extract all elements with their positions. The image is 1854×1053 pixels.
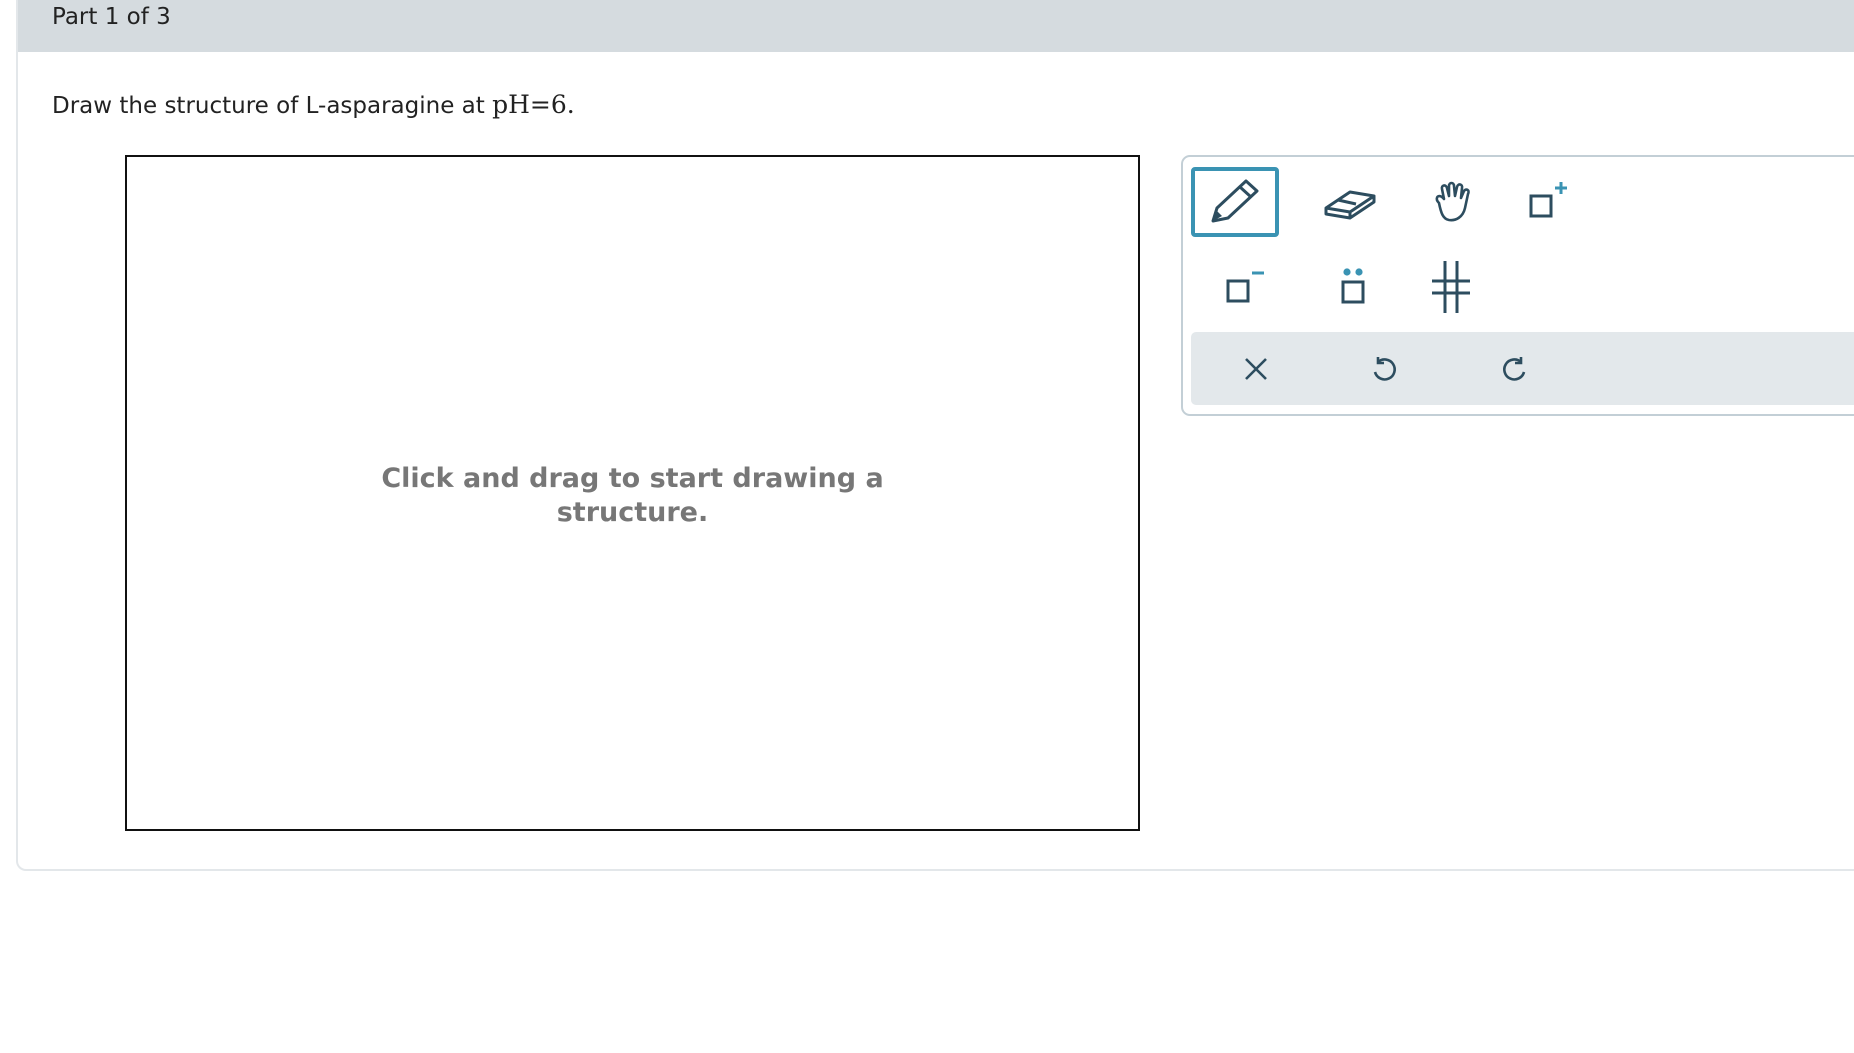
- canvas-hint-line1: Click and drag to start drawing a: [381, 463, 884, 494]
- positive-charge-tool-button[interactable]: [1504, 167, 1592, 237]
- drawing-canvas[interactable]: Click and drag to start drawing a struct…: [125, 155, 1140, 831]
- part-label: Part 1 of 3: [52, 4, 171, 30]
- pencil-tool-button[interactable]: [1191, 167, 1279, 237]
- negative-charge-tool-button[interactable]: [1201, 252, 1289, 322]
- lone-pair-tool-button[interactable]: [1309, 252, 1397, 322]
- clear-icon: [1242, 355, 1270, 383]
- drawing-toolbox: [1181, 155, 1854, 416]
- canvas-hint: Click and drag to start drawing a struct…: [127, 462, 1138, 530]
- question-panel: Part 1 of 3 Draw the structure of L-aspa…: [16, 0, 1854, 871]
- eraser-tool-button[interactable]: [1306, 167, 1394, 237]
- redo-button[interactable]: [1488, 342, 1542, 396]
- eraser-icon: [1322, 182, 1378, 222]
- undo-icon: [1369, 354, 1399, 384]
- stereo-bond-tool-button[interactable]: [1407, 252, 1495, 322]
- question-end: .: [566, 90, 575, 119]
- pencil-icon: [1207, 177, 1263, 227]
- undo-button[interactable]: [1357, 342, 1411, 396]
- part-header: Part 1 of 3: [18, 0, 1854, 52]
- redo-icon: [1500, 354, 1530, 384]
- stereo-bond-icon: [1428, 257, 1474, 317]
- question-text: Draw the structure of L-asparagine at: [52, 93, 493, 119]
- hand-icon: [1430, 179, 1476, 225]
- hand-tool-button[interactable]: [1409, 167, 1497, 237]
- add-negative-charge-icon: [1222, 264, 1268, 310]
- action-bar: [1191, 332, 1854, 405]
- add-positive-charge-icon: [1525, 179, 1571, 225]
- add-lone-pair-icon: [1330, 264, 1376, 310]
- clear-button[interactable]: [1229, 342, 1283, 396]
- canvas-hint-line2: structure.: [556, 497, 709, 528]
- question-prompt: Draw the structure of L-asparagine at pH…: [52, 90, 575, 119]
- question-math: pH=6: [492, 90, 567, 119]
